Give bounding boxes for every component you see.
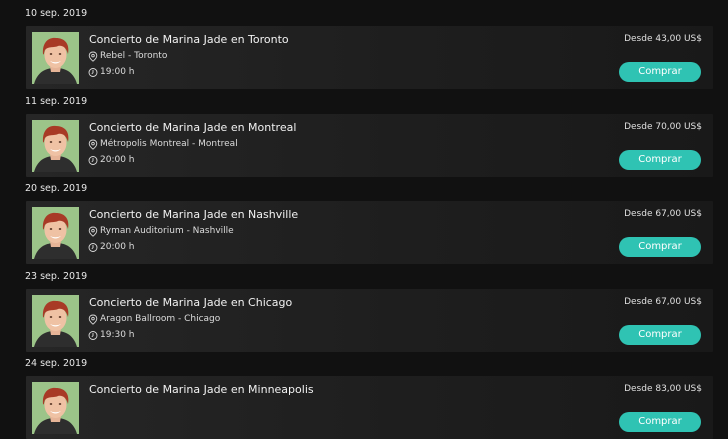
event-time-row: 20:00 h xyxy=(88,242,135,253)
event-card[interactable]: Concierto de Marina Jade en Nashville Ry… xyxy=(26,201,713,264)
buy-button[interactable]: Comprar xyxy=(619,412,701,432)
clock-icon xyxy=(88,155,98,166)
artist-photo xyxy=(32,32,79,84)
clock-icon xyxy=(88,67,98,78)
event-venue-row: Aragon Ballroom - Chicago xyxy=(88,314,220,325)
event-card[interactable]: Concierto de Marina Jade en Minneapolis … xyxy=(26,376,713,439)
event-venue-row: Rebel - Toronto xyxy=(88,51,167,62)
event-venue-row: Métropolis Montreal - Montreal xyxy=(88,139,238,150)
artist-photo xyxy=(32,382,79,434)
artist-photo xyxy=(32,119,79,172)
event-card[interactable]: Concierto de Marina Jade en Toronto Rebe… xyxy=(26,26,713,89)
buy-button[interactable]: Comprar xyxy=(619,237,701,257)
event-time: 20:00 h xyxy=(100,242,135,252)
event-time-row: 19:00 h xyxy=(88,67,135,78)
event-venue: Aragon Ballroom - Chicago xyxy=(100,313,221,324)
event-card[interactable]: Concierto de Marina Jade en Chicago Arag… xyxy=(26,288,713,352)
artist-photo xyxy=(32,207,79,259)
event-date-header: 24 sep. 2019 xyxy=(25,358,88,369)
map-pin-icon xyxy=(88,139,98,150)
event-date-header: 11 sep. 2019 xyxy=(25,95,88,107)
buy-button[interactable]: Comprar xyxy=(619,324,701,345)
event-title[interactable]: Concierto de Marina Jade en Montreal xyxy=(89,121,296,135)
map-pin-icon xyxy=(88,51,98,62)
event-title[interactable]: Concierto de Marina Jade en Toronto xyxy=(89,33,289,47)
event-date-header: 20 sep. 2019 xyxy=(25,183,88,194)
event-time-row: 19:30 h xyxy=(88,330,135,341)
event-price: Desde 70,00 US$ xyxy=(624,121,702,132)
event-venue: Métropolis Montreal - Montreal xyxy=(100,138,238,149)
map-pin-icon xyxy=(88,314,98,325)
buy-button[interactable]: Comprar xyxy=(619,149,701,170)
buy-button[interactable]: Comprar xyxy=(619,62,701,82)
event-venue: Ryman Auditorium - Nashville xyxy=(100,226,234,236)
artist-photo xyxy=(32,294,79,347)
event-time: 20:00 h xyxy=(100,154,135,165)
event-venue: Rebel - Toronto xyxy=(100,51,168,61)
event-title[interactable]: Concierto de Marina Jade en Minneapolis xyxy=(89,383,314,397)
event-price: Desde 43,00 US$ xyxy=(624,34,702,44)
event-price: Desde 83,00 US$ xyxy=(624,384,702,394)
event-time-row: 20:00 h xyxy=(88,155,135,166)
event-time: 19:30 h xyxy=(100,329,135,340)
event-date-header: 23 sep. 2019 xyxy=(25,270,88,282)
event-title[interactable]: Concierto de Marina Jade en Nashville xyxy=(89,208,298,222)
clock-icon xyxy=(88,242,98,253)
event-card[interactable]: Concierto de Marina Jade en Montreal Mét… xyxy=(26,113,713,177)
event-date-header: 10 sep. 2019 xyxy=(25,8,88,19)
event-title[interactable]: Concierto de Marina Jade en Chicago xyxy=(89,296,292,310)
map-pin-icon xyxy=(88,226,98,237)
event-price: Desde 67,00 US$ xyxy=(624,296,702,307)
clock-icon xyxy=(88,330,98,341)
event-venue-row: Ryman Auditorium - Nashville xyxy=(88,226,234,237)
event-price: Desde 67,00 US$ xyxy=(624,209,702,219)
event-time: 19:00 h xyxy=(100,67,135,77)
